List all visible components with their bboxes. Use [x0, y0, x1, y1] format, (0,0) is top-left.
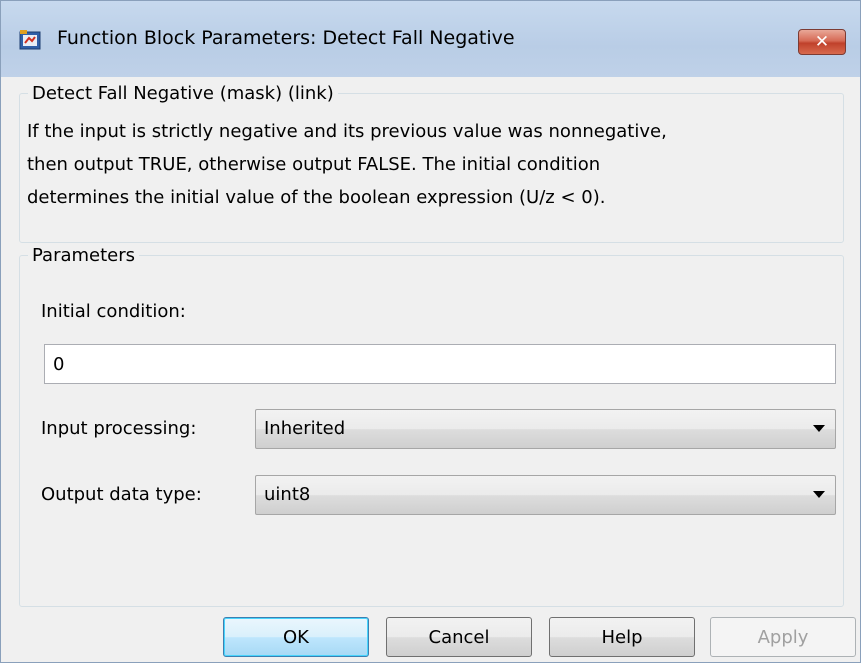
output-data-type-value: uint8 — [264, 484, 311, 505]
input-processing-value: Inherited — [264, 418, 346, 439]
close-button[interactable]: ✕ — [798, 29, 846, 55]
description-line: If the input is strictly negative and it… — [27, 121, 667, 142]
title-bar[interactable]: Function Block Parameters: Detect Fall N… — [1, 1, 860, 77]
description-line: then output TRUE, otherwise output FALSE… — [27, 154, 601, 175]
dialog-window: Function Block Parameters: Detect Fall N… — [0, 0, 861, 663]
output-data-type-label: Output data type: — [41, 484, 202, 505]
description-line: determines the initial value of the bool… — [27, 187, 606, 208]
dialog-body: Detect Fall Negative (mask) (link) If th… — [9, 77, 856, 657]
description-legend: Detect Fall Negative (mask) (link) — [32, 83, 334, 104]
description-text: If the input is strictly negative and it… — [27, 115, 832, 214]
cancel-button[interactable]: Cancel — [386, 617, 532, 657]
help-button[interactable]: Help — [549, 617, 695, 657]
initial-condition-label: Initial condition: — [41, 301, 186, 322]
window-title: Function Block Parameters: Detect Fall N… — [57, 27, 515, 49]
chevron-down-icon — [813, 425, 825, 432]
close-icon: ✕ — [814, 32, 830, 52]
apply-button[interactable]: Apply — [710, 617, 856, 657]
input-processing-label: Input processing: — [41, 418, 197, 439]
input-processing-select[interactable]: Inherited — [255, 409, 836, 449]
chevron-down-icon — [813, 491, 825, 498]
ok-button[interactable]: OK — [223, 617, 369, 657]
output-data-type-select[interactable]: uint8 — [255, 475, 836, 515]
parameters-legend: Parameters — [32, 245, 136, 266]
initial-condition-input[interactable] — [44, 344, 836, 384]
simulink-block-icon — [19, 29, 41, 51]
